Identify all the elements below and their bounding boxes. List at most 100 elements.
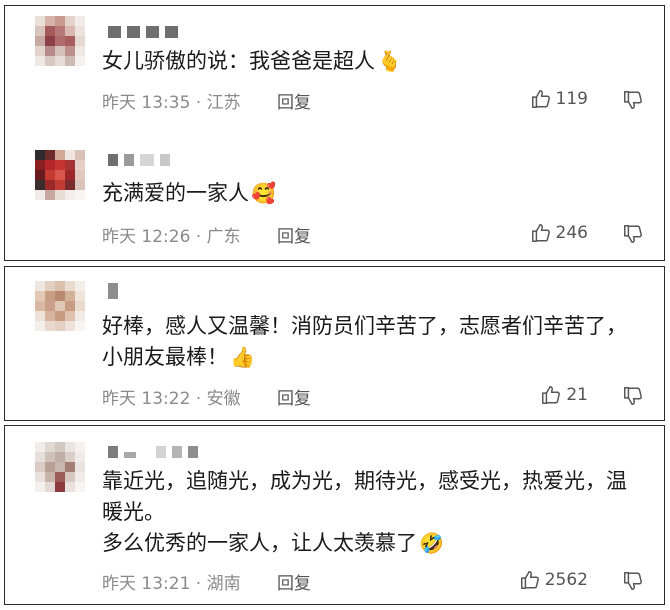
avatar-pixel <box>35 281 45 291</box>
comment-item: 充满爱的一家人 🥰 昨天 12:26 · 广东 回复 246 <box>5 142 664 260</box>
avatar-pixel <box>45 160 55 170</box>
avatar-pixel <box>35 311 45 321</box>
comment-panel-3: 靠近光，追随光，成为光，期待光，感受光，热爱光，温暖光。 多么优秀的一家人，让人… <box>4 425 665 605</box>
avatar-pixel <box>65 311 75 321</box>
avatar-pixel <box>55 170 65 180</box>
avatar-pixel <box>35 452 45 462</box>
comment-time: 昨天 13:21 · 湖南 <box>102 574 241 594</box>
comment-item: 女儿骄傲的说：我爸爸是超人 🫰 昨天 13:35 · 江苏 回复 119 <box>5 6 664 134</box>
avatar-pixel <box>75 180 85 190</box>
avatar-pixel <box>55 472 65 482</box>
like-button[interactable]: 246 <box>530 222 588 244</box>
avatar-pixel <box>55 442 65 452</box>
thumbs-down-icon[interactable] <box>622 570 644 592</box>
avatar-pixel <box>75 26 85 36</box>
avatar-pixel <box>75 442 85 452</box>
thumbs-up-icon <box>540 384 562 406</box>
avatar-pixel <box>35 180 45 190</box>
like-count: 2562 <box>544 570 588 590</box>
reply-button[interactable]: 回复 <box>277 569 311 594</box>
reply-button[interactable]: 回复 <box>277 88 311 113</box>
avatar[interactable] <box>35 281 85 331</box>
avatar-pixel <box>65 170 75 180</box>
reply-button[interactable]: 回复 <box>277 222 311 247</box>
comment-text: 靠近光，追随光，成为光，期待光，感受光，热爱光，温暖光。 多么优秀的一家人，让人… <box>102 466 644 559</box>
avatar-pixel <box>45 46 55 56</box>
comment-item: 靠近光，追随光，成为光，期待光，感受光，热爱光，温暖光。 多么优秀的一家人，让人… <box>5 426 664 606</box>
avatar-pixel <box>75 482 85 492</box>
avatar-pixel <box>75 46 85 56</box>
username[interactable] <box>108 283 118 299</box>
avatar[interactable] <box>35 442 85 492</box>
thumbs-up-icon <box>530 88 552 110</box>
avatar-pixel <box>35 301 45 311</box>
avatar-pixel <box>65 180 75 190</box>
username[interactable] <box>108 154 170 166</box>
avatar[interactable] <box>35 16 85 66</box>
comment-item: 好棒，感人又温馨！消防员们辛苦了，志愿者们辛苦了，小朋友最棒！ 👍 昨天 13:2… <box>5 267 664 422</box>
avatar-pixel <box>65 160 75 170</box>
like-button[interactable]: 21 <box>540 384 588 406</box>
avatar-pixel <box>65 26 75 36</box>
comment-text: 充满爱的一家人 🥰 <box>102 178 644 209</box>
avatar-pixel <box>55 281 65 291</box>
emoji: 🥰 <box>251 181 276 205</box>
avatar-pixel <box>45 482 55 492</box>
avatar-pixel <box>65 150 75 160</box>
avatar-pixel <box>35 150 45 160</box>
thumbs-down-icon[interactable] <box>622 385 644 407</box>
avatar-pixel <box>45 170 55 180</box>
avatar-pixel <box>55 311 65 321</box>
comment-text: 女儿骄傲的说：我爸爸是超人 🫰 <box>102 46 644 77</box>
avatar-pixel <box>65 482 75 492</box>
avatar-pixel <box>75 160 85 170</box>
avatar-pixel <box>65 291 75 301</box>
avatar-pixel <box>45 452 55 462</box>
like-count: 246 <box>555 223 588 243</box>
avatar-pixel <box>65 442 75 452</box>
like-count: 119 <box>555 89 588 109</box>
avatar-pixel <box>45 180 55 190</box>
avatar-pixel <box>35 160 45 170</box>
avatar-pixel <box>45 16 55 26</box>
avatar-pixel <box>75 472 85 482</box>
avatar[interactable] <box>35 150 85 200</box>
avatar-pixel <box>65 36 75 46</box>
avatar-pixel <box>45 190 55 200</box>
avatar-pixel <box>65 190 75 200</box>
avatar-pixel <box>55 291 65 301</box>
avatar-pixel <box>35 36 45 46</box>
avatar-pixel <box>75 462 85 472</box>
avatar-pixel <box>75 301 85 311</box>
comment-panel-2: 好棒，感人又温馨！消防员们辛苦了，志愿者们辛苦了，小朋友最棒！ 👍 昨天 13:2… <box>4 266 665 421</box>
avatar-pixel <box>75 190 85 200</box>
avatar-pixel <box>55 46 65 56</box>
avatar-pixel <box>55 452 65 462</box>
avatar-pixel <box>35 56 45 66</box>
avatar-pixel <box>65 301 75 311</box>
reply-button[interactable]: 回复 <box>277 384 311 409</box>
thumbs-down-icon[interactable] <box>622 89 644 111</box>
like-button[interactable]: 2562 <box>519 569 588 591</box>
thumbs-up-icon <box>519 569 541 591</box>
thumbs-down-icon[interactable] <box>622 223 644 245</box>
avatar-pixel <box>35 170 45 180</box>
avatar-pixel <box>35 26 45 36</box>
avatar-pixel <box>35 190 45 200</box>
like-count: 21 <box>566 385 588 405</box>
avatar-pixel <box>55 482 65 492</box>
comment-text: 好棒，感人又温馨！消防员们辛苦了，志愿者们辛苦了，小朋友最棒！ 👍 <box>102 311 644 373</box>
avatar-pixel <box>45 150 55 160</box>
avatar-pixel <box>75 291 85 301</box>
username[interactable] <box>108 26 178 38</box>
avatar-pixel <box>75 311 85 321</box>
avatar-pixel <box>75 56 85 66</box>
avatar-pixel <box>45 321 55 331</box>
avatar-pixel <box>55 16 65 26</box>
username[interactable] <box>108 446 198 458</box>
like-button[interactable]: 119 <box>530 88 588 110</box>
comment-meta: 昨天 13:35 · 江苏 回复 119 <box>102 88 644 113</box>
emoji: 🫰 <box>377 49 402 73</box>
avatar-pixel <box>65 472 75 482</box>
avatar-pixel <box>75 321 85 331</box>
